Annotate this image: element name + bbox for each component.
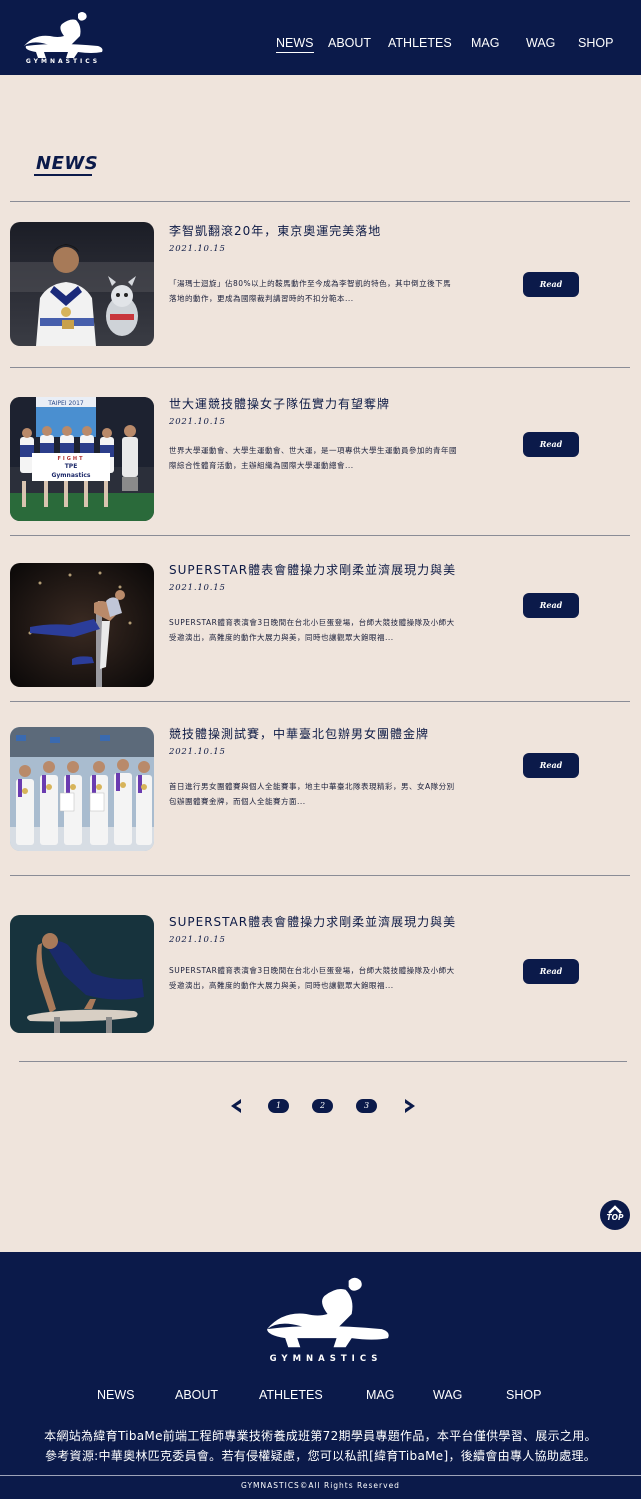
- news-thumbnail[interactable]: [10, 563, 154, 687]
- divider: [10, 875, 630, 876]
- news-item: 競技體操測試賽，中華臺北包辦男女團體金牌 2021.10.15 首日進行男女團體…: [10, 725, 630, 855]
- news-title[interactable]: 李智凱翻滾20年，東京奧運完美落地: [169, 222, 381, 239]
- nav-item-news[interactable]: NEWS: [276, 36, 314, 53]
- nav-item-athletes[interactable]: ATHLETES: [388, 36, 452, 50]
- nav-item-shop[interactable]: SHOP: [578, 36, 613, 50]
- page-button-1[interactable]: 1: [268, 1099, 289, 1113]
- footer-nav: NEWS ABOUT ATHLETES MAG WAG SHOP: [0, 1388, 641, 1406]
- nav-item-wag[interactable]: WAG: [526, 36, 555, 50]
- page-title: NEWS: [36, 153, 99, 174]
- news-item: 李智凱翻滾20年，東京奧運完美落地 2021.10.15 「湯瑪士迴旋」佔80%…: [10, 222, 630, 352]
- read-button[interactable]: Read: [523, 432, 579, 457]
- news-title[interactable]: SUPERSTAR體表會體操力求剛柔並濟展現力與美: [169, 913, 456, 930]
- read-button[interactable]: Read: [523, 593, 579, 618]
- prev-arrow-icon[interactable]: [226, 1096, 246, 1116]
- banner-text: TPE: [65, 463, 78, 470]
- footer-nav-mag[interactable]: MAG: [366, 1388, 394, 1402]
- gymnast-logo[interactable]: [258, 1274, 394, 1366]
- footer-nav-wag[interactable]: WAG: [433, 1388, 462, 1402]
- divider: [10, 201, 630, 202]
- title-underline: [34, 174, 92, 176]
- read-button[interactable]: Read: [523, 959, 579, 984]
- news-thumbnail[interactable]: [10, 727, 154, 851]
- main-nav: NEWS ABOUT ATHLETES MAG WAG SHOP: [0, 36, 641, 54]
- footer-nav-athletes[interactable]: ATHLETES: [259, 1388, 323, 1402]
- news-item: SUPERSTAR體表會體操力求剛柔並濟展現力與美 2021.10.15 SUP…: [10, 913, 630, 1043]
- footer-note: 本網站為緯育TibaMe前端工程師專業技術養成班第72期學員專題作品，本平台僅供…: [0, 1426, 641, 1466]
- back-to-top-button[interactable]: TOP: [600, 1200, 630, 1230]
- divider: [10, 535, 630, 536]
- logo-text: GYMNASTICS: [25, 58, 101, 65]
- footer-note-line: 參考資源:中華奧林匹克委員會。若有侵權疑慮，您可以私訊[緯育TibaMe]，後續…: [44, 1449, 597, 1463]
- read-button[interactable]: Read: [523, 272, 579, 297]
- footer-logo-text: GYMNASTICS: [269, 1354, 383, 1364]
- news-item: SUPERSTAR體表會體操力求剛柔並濟展現力與美 2021.10.15 SUP…: [10, 561, 630, 691]
- news-thumbnail[interactable]: [10, 222, 154, 346]
- top-label: TOP: [606, 1213, 624, 1222]
- page-button-2[interactable]: 2: [312, 1099, 333, 1113]
- footer-divider: [0, 1475, 641, 1476]
- divider: [10, 701, 630, 702]
- divider: [19, 1061, 627, 1062]
- divider: [10, 367, 630, 368]
- news-description: SUPERSTAR體育表演會3日晚間在台北小巨蛋登場，台師大競技體操隊及小師大受…: [169, 966, 455, 990]
- news-title[interactable]: 競技體操測試賽，中華臺北包辦男女團體金牌: [169, 725, 429, 742]
- banner-text: FIGHT: [58, 456, 85, 462]
- news-date: 2021.10.15: [169, 417, 226, 427]
- nav-item-about[interactable]: ABOUT: [328, 36, 371, 50]
- footer-nav-news[interactable]: NEWS: [97, 1388, 135, 1402]
- next-arrow-icon[interactable]: [400, 1096, 420, 1116]
- news-description: 「湯瑪士迴旋」佔80%以上的鞍馬動作至今成為李智凱的特色，其中倒立後下馬落地的動…: [169, 279, 452, 303]
- news-date: 2021.10.15: [169, 747, 226, 757]
- nav-item-mag[interactable]: MAG: [471, 36, 499, 50]
- news-description: 世界大學運動會、大學生運動會、世大運，是一項專供大學生運動員參加的青年國際綜合性…: [169, 446, 457, 470]
- read-button[interactable]: Read: [523, 753, 579, 778]
- news-date: 2021.10.15: [169, 244, 226, 254]
- news-thumbnail[interactable]: [10, 915, 154, 1033]
- news-thumbnail[interactable]: TAIPEI 2017 FIGHT TPE Gymnastics: [10, 397, 154, 521]
- pagination: 1 2 3: [0, 1094, 641, 1118]
- page-button-3[interactable]: 3: [356, 1099, 377, 1113]
- copyright: GYMNASTICS©All Rights Reserved: [241, 1481, 400, 1490]
- footer-nav-about[interactable]: ABOUT: [175, 1388, 218, 1402]
- site-header: GYMNASTICS NEWS ABOUT ATHLETES MAG WAG S…: [0, 0, 641, 75]
- news-date: 2021.10.15: [169, 583, 226, 593]
- news-item: TAIPEI 2017 FIGHT TPE Gymnastics 世大運競技體操…: [10, 395, 630, 525]
- news-description: SUPERSTAR體育表演會3日晚間在台北小巨蛋登場，台師大競技體操隊及小師大受…: [169, 618, 455, 642]
- site-footer: GYMNASTICS NEWS ABOUT ATHLETES MAG WAG S…: [0, 1252, 641, 1499]
- news-description: 首日進行男女團體賽與個人全能賽事，地主中華臺北隊表現精彩，男、女A隊分別包辦團體…: [169, 782, 455, 806]
- news-title[interactable]: 世大運競技體操女子隊伍實力有望奪牌: [169, 395, 390, 412]
- footer-nav-shop[interactable]: SHOP: [506, 1388, 541, 1402]
- news-title[interactable]: SUPERSTAR體表會體操力求剛柔並濟展現力與美: [169, 561, 456, 578]
- footer-note-line: 本網站為緯育TibaMe前端工程師專業技術養成班第72期學員專題作品，本平台僅供…: [44, 1429, 597, 1443]
- banner-text: Gymnastics: [51, 472, 90, 479]
- banner-logo-text: TAIPEI 2017: [47, 400, 84, 407]
- news-date: 2021.10.15: [169, 935, 226, 945]
